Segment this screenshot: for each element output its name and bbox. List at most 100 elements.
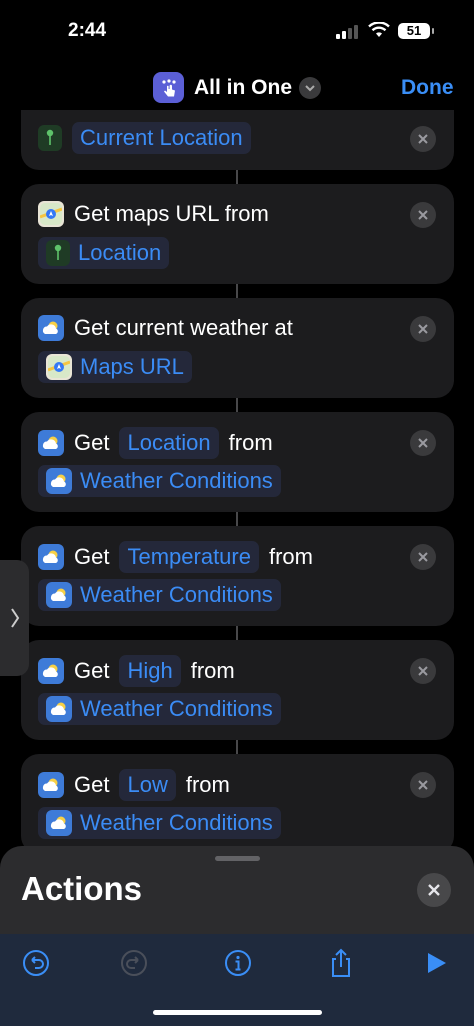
close-icon [418,438,428,448]
variable-token[interactable]: Maps URL [38,351,192,383]
navigation-bar: All in One Done [0,62,474,114]
connector-line [236,512,238,526]
variable-token[interactable]: Weather Conditions [38,465,281,497]
action-text: Get current weather at [74,315,293,340]
weather-icon [46,582,72,608]
actions-title: Actions [21,870,143,907]
connector-line [236,170,238,184]
weather-icon [46,696,72,722]
connector-line [236,740,238,754]
close-icon [418,780,428,790]
variable-token[interactable]: Weather Conditions [38,693,281,725]
actions-sheet: Actions [0,846,474,1026]
sheet-grabber[interactable] [215,856,260,861]
action-text: Get [74,658,110,683]
variable-label: Weather Conditions [80,696,273,721]
action-row: Location [38,237,170,269]
action-card-get-temperature[interactable]: Get Temperature from Weather Conditions [21,526,454,626]
run-button[interactable] [419,946,453,980]
redo-button[interactable] [117,946,151,980]
action-card-get-high[interactable]: Get High from Weather Conditions [21,640,454,740]
action-text: Get [74,544,110,569]
property-token[interactable]: Low [119,769,176,801]
variable-label: Maps URL [80,354,184,379]
share-button[interactable] [324,946,358,980]
current-location-token[interactable]: Current Location [72,122,251,154]
maps-icon [38,201,64,227]
property-token[interactable]: Location [119,427,219,459]
play-icon [428,953,446,973]
close-actions-button[interactable] [417,873,451,907]
remove-action-button[interactable] [410,658,436,684]
action-text: from [228,430,273,455]
weather-icon [46,810,72,836]
undo-button[interactable] [19,946,53,980]
undo-icon [23,950,49,976]
wifi-icon [368,22,390,37]
action-row: Weather Conditions [38,807,281,839]
close-icon [418,552,428,562]
variable-label: Location [78,240,162,265]
hand-tap-icon [161,78,176,96]
maps-icon [46,354,72,380]
location-pin-icon [38,125,62,151]
info-icon [225,950,251,976]
remove-action-button[interactable] [410,772,436,798]
connector-line [236,626,238,640]
chevron-down-icon [305,85,315,92]
remove-action-button[interactable] [410,316,436,342]
property-token[interactable]: High [119,655,181,687]
action-text: Get [74,772,110,797]
weather-icon [38,544,64,570]
done-button[interactable]: Done [401,76,454,100]
remove-action-button[interactable] [410,126,436,152]
action-card-get-maps-url[interactable]: Get maps URL from Location [21,184,454,284]
action-text: from [185,772,230,797]
shortcut-title[interactable]: All in One [194,76,292,100]
close-icon [418,666,428,676]
status-time: 2:44 [68,20,107,41]
location-pin-icon [46,240,70,266]
action-row: Get current weather at [38,315,293,341]
action-text: Get [74,430,110,455]
action-row: Get High from [38,655,235,687]
action-text: from [190,658,235,683]
status-bar: 2:44 51 [0,0,474,60]
remove-action-button[interactable] [410,202,436,228]
chevron-right-icon [10,608,19,628]
connector-line [236,284,238,298]
action-row: Get Low from [38,769,230,801]
close-icon [418,324,428,334]
shortcut-app-icon [153,72,184,103]
action-text: from [268,544,313,569]
action-row: Get maps URL from [38,201,269,227]
remove-action-button[interactable] [410,544,436,570]
info-button[interactable] [221,946,255,980]
cellular-signal-icon [336,25,358,39]
weather-icon [38,772,64,798]
battery-indicator: 51 [398,23,434,39]
action-card-get-low[interactable]: Get Low from Weather Conditions [21,754,454,854]
remove-action-button[interactable] [410,430,436,456]
action-row: Weather Conditions [38,465,281,497]
action-card-get-location[interactable]: Get Location from Weather Conditions [21,412,454,512]
action-text: Get maps URL from [74,201,269,226]
close-icon [428,884,440,896]
close-icon [418,134,428,144]
variable-token[interactable]: Location [38,237,170,269]
variable-token[interactable]: Weather Conditions [38,807,281,839]
variable-token[interactable]: Weather Conditions [38,579,281,611]
side-panel-handle[interactable] [0,560,29,676]
close-icon [418,210,428,220]
variable-label: Weather Conditions [80,810,273,835]
action-card-get-weather[interactable]: Get current weather at Maps URL [21,298,454,398]
action-row: Get Temperature from [38,541,313,573]
action-card-current-location[interactable]: Current Location [21,110,454,170]
home-indicator [153,1010,322,1015]
property-token[interactable]: Temperature [119,541,259,573]
weather-icon [38,315,64,341]
variable-label: Weather Conditions [80,582,273,607]
weather-icon [38,430,64,456]
title-menu-button[interactable] [299,77,321,99]
action-row: Weather Conditions [38,693,281,725]
